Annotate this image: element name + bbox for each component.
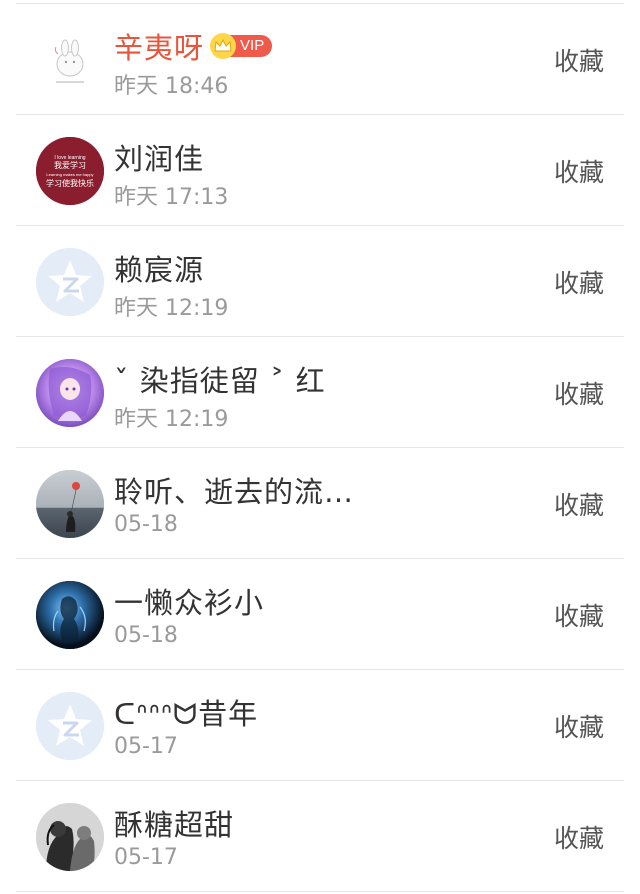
list-item[interactable]: ˇ 染指徒留 ˃ 红 昨天 12:19 收藏 (0, 337, 640, 448)
row-divider (16, 891, 624, 892)
user-name[interactable]: 刘润佳 (114, 136, 204, 178)
list-item[interactable]: 聆听、逝去的流… 05-18 收藏 (0, 448, 640, 559)
list-item[interactable]: ᑕᐢᐢᐢᗢ昔年 05-17 收藏 (0, 670, 640, 781)
name-line: 刘润佳 (114, 137, 204, 177)
bw-couple-icon (36, 803, 104, 871)
favorite-button[interactable]: 收藏 (554, 264, 604, 300)
bunny-logo-icon (36, 26, 104, 94)
favorite-button[interactable]: 收藏 (554, 486, 604, 522)
favorite-button[interactable]: 收藏 (554, 708, 604, 744)
name-line: 辛夷呀 VIP (114, 25, 273, 67)
avatar-text-line: 学习使我快乐 (46, 178, 94, 188)
user-name[interactable]: 辛夷呀 (114, 25, 204, 67)
favorite-button[interactable]: 收藏 (554, 153, 604, 189)
timestamp: 昨天 17:13 (114, 185, 229, 210)
avatar[interactable] (36, 470, 104, 538)
avatar-text-line: Learning makes me happy (46, 172, 93, 177)
favorite-button[interactable]: 收藏 (554, 597, 604, 633)
name-line: 赖宸源 (114, 248, 204, 288)
name-line: ˇ 染指徒留 ˃ 红 (114, 359, 326, 399)
avatar[interactable] (36, 581, 104, 649)
timestamp: 05-18 (114, 512, 178, 537)
name-line: 聆听、逝去的流… (114, 470, 354, 510)
user-name[interactable]: 聆听、逝去的流… (114, 469, 354, 511)
name-line: 酥糖超甜 (114, 803, 234, 843)
study-text-avatar-icon: I love learning 我爱学习 Learning makes me h… (36, 137, 104, 205)
avatar[interactable] (36, 692, 104, 760)
anime-girl-icon (36, 359, 104, 427)
user-name[interactable]: 一懒众衫小 (114, 580, 264, 622)
crown-icon (210, 33, 237, 59)
glowing-figure-icon (36, 581, 104, 649)
favorite-button[interactable]: 收藏 (554, 819, 604, 855)
avatar-text-line: 我爱学习 (54, 160, 86, 170)
list-item[interactable]: 酥糖超甜 05-17 收藏 (0, 781, 640, 892)
list-item[interactable]: I love learning 我爱学习 Learning makes me h… (0, 115, 640, 226)
favorites-list: 辛夷呀 VIP 昨天 18:46 收藏 I love learning 我爱学习… (0, 0, 640, 894)
name-line: ᑕᐢᐢᐢᗢ昔年 (114, 692, 258, 732)
avatar[interactable] (36, 26, 104, 94)
list-item[interactable]: 辛夷呀 VIP 昨天 18:46 收藏 (0, 4, 640, 115)
timestamp: 05-17 (114, 845, 178, 870)
avatar[interactable] (36, 803, 104, 871)
avatar[interactable] (36, 248, 104, 316)
user-name[interactable]: ᑕᐢᐢᐢᗢ昔年 (114, 691, 258, 733)
list-item[interactable]: 赖宸源 昨天 12:19 收藏 (0, 226, 640, 337)
favorite-button[interactable]: 收藏 (554, 375, 604, 411)
avatar[interactable] (36, 359, 104, 427)
vip-badge: VIP (210, 33, 273, 59)
user-name[interactable]: 酥糖超甜 (114, 802, 234, 844)
girl-balloon-icon (36, 470, 104, 538)
list-item[interactable]: 一懒众衫小 05-18 收藏 (0, 559, 640, 670)
timestamp: 昨天 12:19 (114, 407, 229, 432)
favorite-button[interactable]: 收藏 (554, 42, 604, 78)
qzone-star-icon (36, 248, 104, 316)
name-line: 一懒众衫小 (114, 581, 264, 621)
timestamp: 昨天 12:19 (114, 296, 229, 321)
user-name[interactable]: 赖宸源 (114, 247, 204, 289)
timestamp: 昨天 18:46 (114, 74, 229, 99)
qzone-star-icon (36, 692, 104, 760)
avatar[interactable]: I love learning 我爱学习 Learning makes me h… (36, 137, 104, 205)
timestamp: 05-17 (114, 734, 178, 759)
user-name[interactable]: ˇ 染指徒留 ˃ 红 (114, 358, 326, 400)
timestamp: 05-18 (114, 623, 178, 648)
